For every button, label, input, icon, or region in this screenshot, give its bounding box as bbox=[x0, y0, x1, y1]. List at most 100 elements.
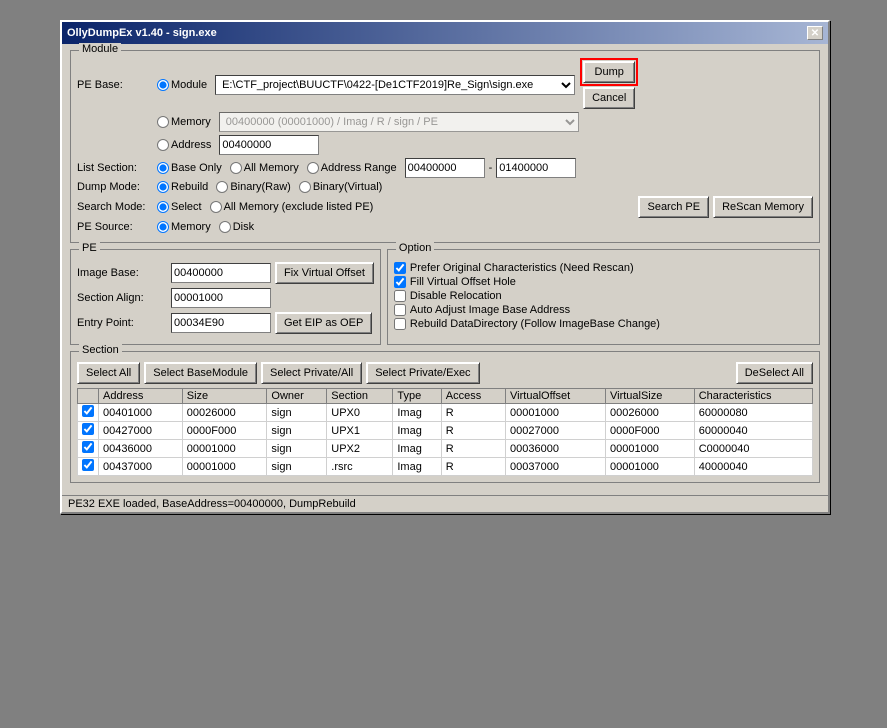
close-button[interactable]: ✕ bbox=[807, 26, 823, 40]
option-checkbox-3[interactable] bbox=[394, 304, 406, 316]
row-owner-1: sign bbox=[267, 422, 327, 440]
all-memory-excl-label[interactable]: All Memory (exclude listed PE) bbox=[210, 201, 374, 213]
option-checkbox-1[interactable] bbox=[394, 276, 406, 288]
pe-source-row: PE Source: Memory Disk bbox=[77, 221, 813, 233]
range-end-input[interactable] bbox=[496, 158, 576, 178]
memory-combo[interactable]: 00400000 (00001000) / Imag / R / sign / … bbox=[219, 112, 579, 132]
dump-cancel-group: Dump Cancel bbox=[583, 61, 635, 109]
row-section-2: UPX2 bbox=[327, 440, 393, 458]
deselect-all-button[interactable]: DeSelect All bbox=[736, 362, 813, 384]
col-section: Section bbox=[327, 389, 393, 404]
module-radio[interactable] bbox=[157, 79, 169, 91]
binary-raw-label[interactable]: Binary(Raw) bbox=[216, 181, 291, 193]
row-address-1: 00427000 bbox=[99, 422, 183, 440]
row-virtual-offset-2: 00036000 bbox=[506, 440, 606, 458]
select-all-button[interactable]: Select All bbox=[77, 362, 140, 384]
option-checkbox-0[interactable] bbox=[394, 262, 406, 274]
address-range-label[interactable]: Address Range bbox=[307, 162, 397, 174]
address-radio[interactable] bbox=[157, 139, 169, 151]
row-type-0: Imag bbox=[393, 404, 441, 422]
address-range-radio[interactable] bbox=[307, 162, 319, 174]
memory-source-label[interactable]: Memory bbox=[157, 221, 211, 233]
binary-raw-radio[interactable] bbox=[216, 181, 228, 193]
binary-virtual-label[interactable]: Binary(Virtual) bbox=[299, 181, 383, 193]
option-checkbox-4[interactable] bbox=[394, 318, 406, 330]
entry-point-input[interactable] bbox=[171, 313, 271, 333]
row-access-2: R bbox=[441, 440, 505, 458]
option-label-1: Fill Virtual Offset Hole bbox=[410, 276, 516, 288]
window-content: Module PE Base: Module E:\CTF_project\BU… bbox=[62, 44, 828, 495]
memory-radio-text: Memory bbox=[171, 116, 211, 128]
row-check-2[interactable] bbox=[82, 441, 94, 453]
base-only-radio[interactable] bbox=[157, 162, 169, 174]
get-eip-button[interactable]: Get EIP as OEP bbox=[275, 312, 372, 334]
option-group-title: Option bbox=[396, 242, 434, 254]
row-check-3[interactable] bbox=[82, 459, 94, 471]
memory-row: Memory 00400000 (00001000) / Imag / R / … bbox=[77, 112, 813, 132]
dump-button[interactable]: Dump bbox=[583, 61, 635, 83]
table-row: 00436000 00001000 sign UPX2 Imag R 00036… bbox=[78, 440, 813, 458]
fix-virtual-offset-button[interactable]: Fix Virtual Offset bbox=[275, 262, 374, 284]
all-memory-excl-radio[interactable] bbox=[210, 201, 222, 213]
cancel-button[interactable]: Cancel bbox=[583, 87, 635, 109]
row-virtual-size-0: 00026000 bbox=[605, 404, 694, 422]
pe-source-label: PE Source: bbox=[77, 221, 157, 233]
select-private-all-button[interactable]: Select Private/All bbox=[261, 362, 362, 384]
col-owner: Owner bbox=[267, 389, 327, 404]
disk-source-radio[interactable] bbox=[219, 221, 231, 233]
memory-source-radio[interactable] bbox=[157, 221, 169, 233]
address-input[interactable] bbox=[219, 135, 319, 155]
row-access-1: R bbox=[441, 422, 505, 440]
col-size: Size bbox=[182, 389, 267, 404]
disk-source-text: Disk bbox=[233, 221, 254, 233]
row-check-1[interactable] bbox=[82, 423, 94, 435]
option-row-4: Rebuild DataDirectory (Follow ImageBase … bbox=[394, 318, 813, 330]
module-radio-label[interactable]: Module bbox=[157, 79, 207, 91]
address-row: Address bbox=[77, 135, 813, 155]
all-memory-excl-text: All Memory (exclude listed PE) bbox=[224, 201, 374, 213]
rebuild-label[interactable]: Rebuild bbox=[157, 181, 208, 193]
select-label[interactable]: Select bbox=[157, 201, 202, 213]
all-memory-radio[interactable] bbox=[230, 162, 242, 174]
base-only-label[interactable]: Base Only bbox=[157, 162, 222, 174]
binary-virtual-radio[interactable] bbox=[299, 181, 311, 193]
option-checkbox-2[interactable] bbox=[394, 290, 406, 302]
range-start-input[interactable] bbox=[405, 158, 485, 178]
row-address-3: 00437000 bbox=[99, 458, 183, 476]
image-base-row: Image Base: Fix Virtual Offset bbox=[77, 262, 374, 284]
select-private-exec-button[interactable]: Select Private/Exec bbox=[366, 362, 479, 384]
row-owner-2: sign bbox=[267, 440, 327, 458]
table-row: 00401000 00026000 sign UPX0 Imag R 00001… bbox=[78, 404, 813, 422]
select-radio[interactable] bbox=[157, 201, 169, 213]
row-section-0: UPX0 bbox=[327, 404, 393, 422]
rebuild-radio[interactable] bbox=[157, 181, 169, 193]
disk-source-label[interactable]: Disk bbox=[219, 221, 254, 233]
row-owner-3: sign bbox=[267, 458, 327, 476]
row-size-3: 00001000 bbox=[182, 458, 267, 476]
memory-radio-label[interactable]: Memory bbox=[157, 116, 211, 128]
image-base-label: Image Base: bbox=[77, 267, 167, 279]
deselect-all-wrapper: DeSelect All bbox=[736, 362, 813, 384]
row-access-0: R bbox=[441, 404, 505, 422]
search-pe-button[interactable]: Search PE bbox=[638, 196, 709, 218]
memory-radio[interactable] bbox=[157, 116, 169, 128]
col-virtual-size: VirtualSize bbox=[605, 389, 694, 404]
image-base-input[interactable] bbox=[171, 263, 271, 283]
row-characteristics-3: 40000040 bbox=[694, 458, 812, 476]
all-memory-label[interactable]: All Memory bbox=[230, 162, 299, 174]
row-type-3: Imag bbox=[393, 458, 441, 476]
module-path-combo[interactable]: E:\CTF_project\BUUCTF\0422-[De1CTF2019]R… bbox=[215, 75, 575, 95]
binary-virtual-text: Binary(Virtual) bbox=[313, 181, 383, 193]
select-basemodule-button[interactable]: Select BaseModule bbox=[144, 362, 257, 384]
rescan-memory-button[interactable]: ReScan Memory bbox=[713, 196, 813, 218]
col-access: Access bbox=[441, 389, 505, 404]
option-checkboxes: Prefer Original Characteristics (Need Re… bbox=[394, 262, 813, 330]
option-row-3: Auto Adjust Image Base Address bbox=[394, 304, 813, 316]
address-radio-label[interactable]: Address bbox=[157, 139, 211, 151]
entry-point-label: Entry Point: bbox=[77, 317, 167, 329]
row-check-0[interactable] bbox=[82, 405, 94, 417]
row-virtual-offset-0: 00001000 bbox=[506, 404, 606, 422]
binary-raw-text: Binary(Raw) bbox=[230, 181, 291, 193]
section-align-input[interactable] bbox=[171, 288, 271, 308]
address-radio-text: Address bbox=[171, 139, 211, 151]
